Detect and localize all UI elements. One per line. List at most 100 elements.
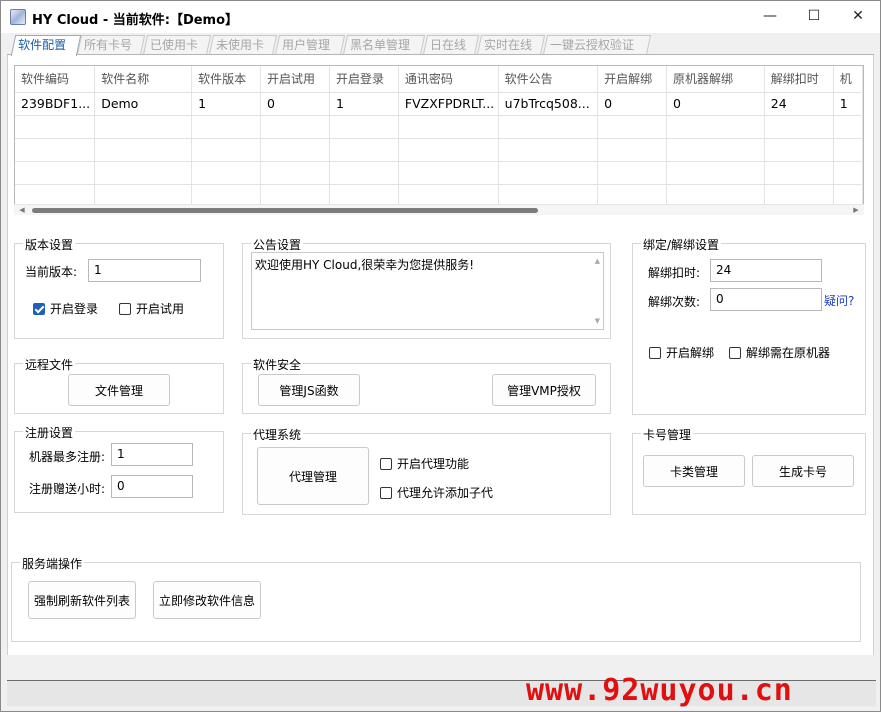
notice-textarea[interactable]: 欢迎使用HY Cloud,很荣幸为您提供服务! ▲ ▼ (251, 252, 604, 330)
file-management-button[interactable]: 文件管理 (68, 374, 170, 406)
enable-login-checkbox[interactable]: 开启登录 (33, 300, 98, 317)
table-cell[interactable] (666, 161, 765, 185)
table-cell[interactable] (15, 161, 96, 185)
tab-software-config[interactable]: 软件配置 (10, 35, 82, 56)
table-cell[interactable]: 1 (191, 92, 262, 116)
table-cell[interactable] (94, 161, 193, 185)
unbind-count-input[interactable]: 0 (710, 288, 822, 311)
column-header[interactable]: 软件公告 (498, 66, 599, 93)
tab-all-cards[interactable]: 所有卡号 (76, 35, 146, 55)
table-cell[interactable] (398, 161, 499, 185)
tab-realtime-online[interactable]: 实时在线 (476, 35, 546, 55)
table-cell[interactable] (191, 138, 262, 162)
maximize-button[interactable]: ☐ (791, 1, 837, 31)
table-cell[interactable] (329, 161, 399, 185)
table-cell[interactable]: Demo (94, 92, 193, 116)
scroll-left-icon[interactable]: ◀ (16, 205, 28, 215)
tab-daily-online[interactable]: 日在线 (422, 35, 480, 55)
refresh-software-list-button[interactable]: 强制刷新软件列表 (28, 581, 136, 619)
table-cell[interactable]: 1 (329, 92, 399, 116)
tab-user-management[interactable]: 用户管理 (274, 35, 346, 55)
table-cell[interactable] (260, 161, 330, 185)
scrollbar-thumb[interactable] (32, 208, 538, 213)
help-link[interactable]: 疑问? (824, 292, 854, 309)
manage-vmp-button[interactable]: 管理VMP授权 (492, 374, 596, 406)
column-header[interactable]: 原机器解绑 (666, 66, 765, 93)
table-cell[interactable] (597, 115, 668, 139)
proxy-management-button[interactable]: 代理管理 (257, 447, 369, 505)
column-header[interactable]: 通讯密码 (398, 66, 499, 93)
table-row[interactable] (15, 138, 863, 162)
column-header[interactable]: 解绑扣时 (764, 66, 834, 93)
table-cell[interactable] (191, 161, 262, 185)
table-cell[interactable] (666, 115, 765, 139)
tab-cloud-auth[interactable]: 一键云授权验证 (542, 35, 652, 55)
scroll-right-icon[interactable]: ▶ (850, 205, 862, 215)
table-row[interactable]: 239BDF1... Demo 1 0 1 FVZXFPDRLT... u7bTrcq508… (15, 92, 863, 116)
max-register-label: 机器最多注册: (29, 450, 106, 464)
close-button[interactable]: ✕ (835, 1, 881, 31)
card-type-button[interactable]: 卡类管理 (643, 455, 745, 487)
table-row[interactable] (15, 115, 863, 139)
table-cell[interactable] (833, 161, 863, 185)
table-cell[interactable] (764, 138, 834, 162)
table-cell[interactable] (764, 161, 834, 185)
table-cell[interactable] (191, 115, 262, 139)
column-header[interactable]: 软件名称 (94, 66, 193, 93)
table-cell[interactable]: 24 (764, 92, 834, 116)
table-cell[interactable] (329, 115, 399, 139)
horizontal-scrollbar[interactable]: ◀ ▶ (14, 204, 864, 215)
table-cell[interactable] (833, 115, 863, 139)
table-cell[interactable]: FVZXFPDRLT... (398, 92, 499, 116)
tab-unused-cards[interactable]: 未使用卡 (208, 35, 278, 55)
table-cell[interactable] (94, 115, 193, 139)
software-table[interactable]: 软件编码 软件名称 软件版本 开启试用 开启登录 通讯密码 软件公告 开启解绑 原机器解绑 解绑扣… (14, 65, 864, 215)
table-cell[interactable] (398, 115, 499, 139)
max-register-input[interactable]: 1 (111, 443, 193, 466)
column-header[interactable]: 开启试用 (260, 66, 330, 93)
minimize-button[interactable]: — (747, 1, 793, 31)
table-cell[interactable] (94, 138, 193, 162)
table-cell[interactable] (260, 115, 330, 139)
tab-used-cards[interactable]: 已使用卡 (142, 35, 212, 55)
scroll-down-icon[interactable]: ▼ (595, 317, 600, 325)
unbind-deduct-input[interactable]: 24 (710, 259, 822, 282)
table-cell[interactable] (833, 138, 863, 162)
table-cell[interactable] (15, 138, 96, 162)
table-cell[interactable] (260, 138, 330, 162)
modify-software-info-button[interactable]: 立即修改软件信息 (153, 581, 261, 619)
generate-cards-button[interactable]: 生成卡号 (752, 455, 854, 487)
table-cell[interactable] (498, 138, 599, 162)
table-row[interactable] (15, 161, 863, 185)
table-cell[interactable]: 1 (833, 92, 863, 116)
column-header[interactable]: 机 (833, 66, 863, 93)
table-cell[interactable]: 0 (260, 92, 330, 116)
column-header[interactable]: 软件版本 (191, 66, 262, 93)
gift-hours-input[interactable]: 0 (111, 475, 193, 498)
manage-js-button[interactable]: 管理JS函数 (258, 374, 360, 406)
table-cell[interactable]: 239BDF1... (15, 92, 96, 116)
table-cell[interactable]: 0 (666, 92, 765, 116)
table-cell[interactable] (666, 138, 765, 162)
table-cell[interactable] (764, 115, 834, 139)
table-cell[interactable] (597, 138, 668, 162)
table-cell[interactable] (498, 115, 599, 139)
enable-unbind-checkbox[interactable]: 开启解绑 (649, 344, 714, 361)
scroll-up-icon[interactable]: ▲ (595, 257, 600, 265)
table-cell[interactable]: 0 (597, 92, 668, 116)
enable-trial-checkbox[interactable]: 开启试用 (119, 300, 184, 317)
table-cell[interactable]: u7bTrcq508... (498, 92, 599, 116)
enable-proxy-checkbox[interactable]: 开启代理功能 (380, 455, 469, 472)
unbind-origin-checkbox[interactable]: 解绑需在原机器 (729, 344, 830, 361)
current-version-input[interactable]: 1 (88, 259, 201, 282)
column-header[interactable]: 开启登录 (329, 66, 399, 93)
table-cell[interactable] (398, 138, 499, 162)
proxy-sub-agent-checkbox[interactable]: 代理允许添加子代 (380, 484, 493, 501)
table-cell[interactable] (597, 161, 668, 185)
column-header[interactable]: 开启解绑 (597, 66, 668, 93)
tab-blacklist[interactable]: 黑名单管理 (342, 35, 426, 55)
table-cell[interactable] (329, 138, 399, 162)
table-cell[interactable] (15, 115, 96, 139)
table-cell[interactable] (498, 161, 599, 185)
column-header[interactable]: 软件编码 (15, 66, 96, 93)
